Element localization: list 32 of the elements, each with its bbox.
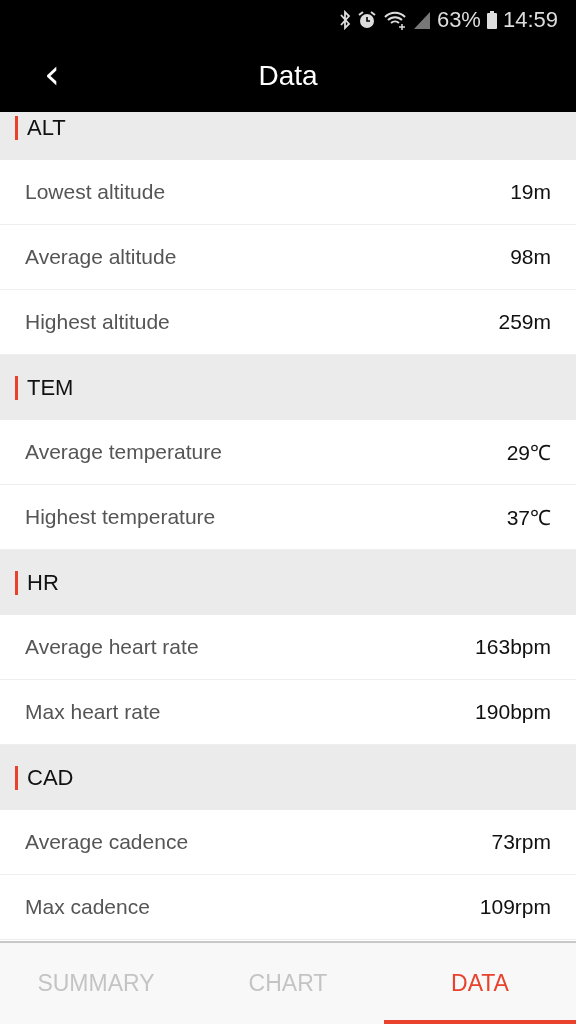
- row-value: 98m: [510, 245, 551, 269]
- row-value: 37℃: [506, 505, 551, 531]
- row-label: Highest temperature: [25, 505, 216, 529]
- row-value: 190bpm: [475, 700, 551, 724]
- row-label: Average altitude: [25, 245, 177, 269]
- row-label: Max cadence: [25, 895, 150, 919]
- row-label: Average temperature: [25, 440, 222, 464]
- section-title: ALT: [27, 114, 66, 141]
- row-value: 19m: [510, 180, 551, 204]
- row-value: 163bpm: [475, 635, 551, 659]
- back-button[interactable]: ‹: [38, 52, 66, 96]
- row-value: 29℃: [506, 440, 551, 466]
- row-label: Lowest altitude: [25, 180, 166, 204]
- section-title: HR: [27, 569, 59, 596]
- clock-time: 14:59: [502, 7, 558, 33]
- battery-percent: 63%: [436, 7, 481, 33]
- row-label: Max heart rate: [25, 700, 161, 724]
- tab[interactable]: DATA: [384, 943, 576, 1024]
- bluetooth-icon: [338, 10, 351, 30]
- row-value: 109rpm: [479, 895, 551, 919]
- signal-icon: [412, 10, 431, 30]
- wifi-icon: [382, 10, 407, 30]
- row-label: Highest altitude: [25, 310, 170, 334]
- section-title: TEM: [27, 374, 74, 401]
- row-label: Average heart rate: [25, 635, 199, 659]
- row-value: 73rpm: [491, 830, 551, 854]
- row-value: 259m: [498, 310, 551, 334]
- alarm-icon: [356, 10, 377, 30]
- battery-icon: [486, 10, 497, 30]
- row-label: Average cadence: [25, 830, 189, 854]
- page-title: Data: [258, 60, 318, 92]
- section-title: CAD: [27, 764, 74, 791]
